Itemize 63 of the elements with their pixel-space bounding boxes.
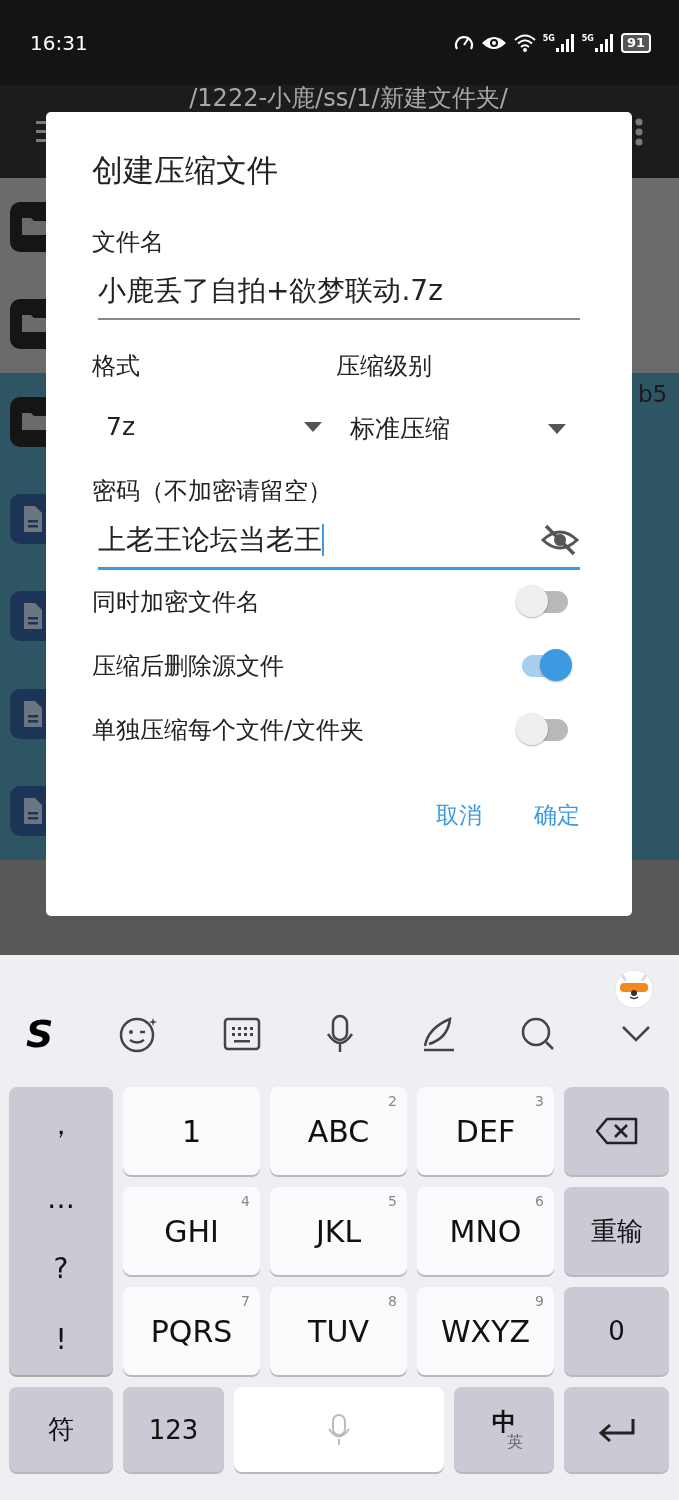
eye-off-icon[interactable]: [540, 524, 580, 556]
file-detail: b5: [638, 380, 668, 407]
key-hint: 5: [388, 1193, 397, 1209]
key-hint: 4: [241, 1193, 250, 1209]
keyboard-key[interactable]: 0: [564, 1287, 669, 1375]
toggle-label: 同时加密文件名: [92, 587, 260, 618]
key-hint: 7: [241, 1293, 250, 1309]
key-hint: 9: [535, 1293, 544, 1309]
symbol-key[interactable]: !: [55, 1323, 67, 1357]
keyboard-key[interactable]: GHI 4: [123, 1187, 260, 1275]
field-label: 压缩级别: [336, 351, 433, 382]
keyboard-key[interactable]: JKL 5: [270, 1187, 407, 1275]
keyboard-logo[interactable]: S: [26, 1012, 54, 1056]
language-switch-key[interactable]: 中 英: [454, 1387, 554, 1472]
symbol-key[interactable]: ?: [53, 1252, 69, 1286]
format-dropdown[interactable]: 7z: [106, 412, 322, 441]
field-label: 格式: [92, 351, 141, 382]
keyboard-key[interactable]: WXYZ 9: [417, 1287, 554, 1375]
enter-key[interactable]: [564, 1387, 669, 1472]
clock: 16:31: [30, 30, 88, 55]
symbol-key[interactable]: …: [47, 1181, 75, 1215]
symbol-key[interactable]: ，: [47, 1105, 75, 1144]
keyboard-icon[interactable]: [222, 1017, 261, 1051]
keyboard-key[interactable]: MNO 6: [417, 1187, 554, 1275]
dialog-title: 创建压缩文件: [92, 151, 279, 190]
keyboard-key[interactable]: 重输: [564, 1187, 669, 1275]
password-field[interactable]: 上老王论坛当老王: [98, 521, 580, 570]
key-hint: 8: [388, 1293, 397, 1309]
wifi-icon: [512, 32, 537, 53]
eye-icon: [480, 34, 507, 51]
symbol-mode-key[interactable]: 符: [9, 1387, 113, 1472]
backspace-key[interactable]: [564, 1087, 669, 1175]
battery-indicator: 91: [620, 32, 651, 53]
collapse-icon[interactable]: [620, 1025, 651, 1043]
keyboard-key[interactable]: ABC 2: [270, 1087, 407, 1175]
key-hint: 2: [388, 1093, 397, 1109]
microphone-icon: [327, 1413, 351, 1446]
toggle-label: 压缩后删除源文件: [92, 651, 284, 682]
network-type: 5G: [581, 33, 594, 43]
key-hint: 3: [535, 1093, 544, 1109]
level-dropdown[interactable]: 标准压缩: [350, 412, 566, 445]
key-hint: 6: [535, 1193, 544, 1209]
signal-icon: [555, 33, 576, 52]
filename-field[interactable]: 小鹿丢了自拍+欲梦联动.7z: [98, 272, 580, 320]
backspace-icon: [594, 1116, 639, 1146]
dropdown-caret-icon: [548, 423, 566, 434]
mascot-icon[interactable]: [614, 969, 654, 1009]
field-label: 密码（不加密请留空）: [92, 476, 333, 507]
toggle-label: 单独压缩每个文件/文件夹: [92, 715, 365, 746]
network-type: 5G: [542, 33, 555, 43]
path-title: /1222-小鹿/ss/1/新建文件夹/: [188, 85, 509, 111]
keyboard-key[interactable]: TUV 8: [270, 1287, 407, 1375]
enter-icon: [596, 1416, 637, 1443]
keyboard-key[interactable]: PQRS 7: [123, 1287, 260, 1375]
field-label: 文件名: [92, 227, 165, 258]
keyboard-key[interactable]: 1: [123, 1087, 260, 1175]
symbol-list[interactable]: ， … ? !: [9, 1087, 113, 1375]
keyboard-key[interactable]: DEF 3: [417, 1087, 554, 1175]
dropdown-caret-icon: [304, 421, 322, 432]
microphone-icon[interactable]: [325, 1014, 356, 1054]
number-mode-key[interactable]: 123: [123, 1387, 224, 1472]
more-icon[interactable]: [635, 117, 643, 146]
signal-icon: [594, 33, 615, 52]
